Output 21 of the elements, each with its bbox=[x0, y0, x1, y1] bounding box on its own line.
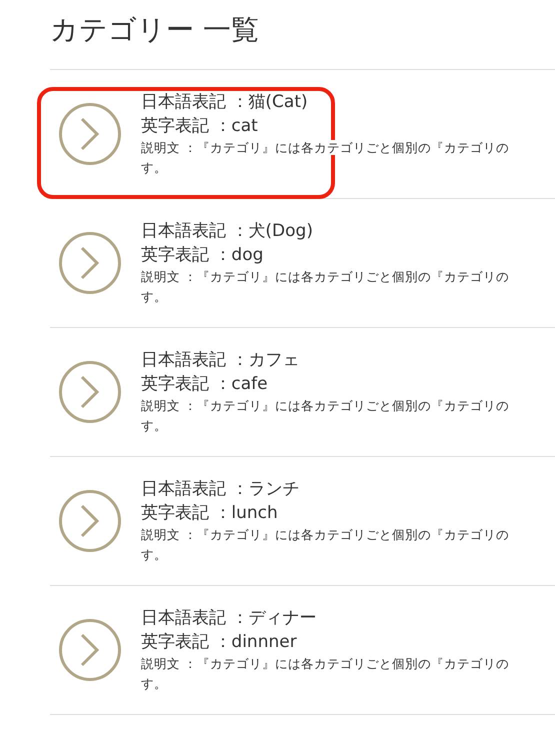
english-name: 英字表記 ：dinnner bbox=[141, 632, 297, 652]
english-name: 英字表記 ：dog bbox=[141, 245, 264, 265]
chevron-circle-icon[interactable] bbox=[58, 618, 122, 682]
japanese-name: 日本語表記 ：猫(Cat) bbox=[141, 92, 308, 112]
chevron-circle-icon[interactable] bbox=[58, 231, 122, 295]
chevron-circle-icon[interactable] bbox=[58, 360, 122, 424]
chevron-circle-icon[interactable] bbox=[58, 489, 122, 553]
page-title: カテゴリー 一覧 bbox=[50, 12, 260, 48]
description-text: 説明文 ：『カテゴリ』には各カテゴリごと個別の『カテゴリの bbox=[141, 656, 509, 671]
japanese-name: 日本語表記 ：犬(Dog) bbox=[141, 221, 313, 241]
english-name: 英字表記 ：lunch bbox=[141, 503, 278, 523]
english-name: 英字表記 ：cafe bbox=[141, 374, 268, 394]
description-text: 説明文 ：『カテゴリ』には各カテゴリごと個別の『カテゴリの bbox=[141, 527, 509, 542]
description-text: 説明文 ：『カテゴリ』には各カテゴリごと個別の『カテゴリの bbox=[141, 398, 509, 413]
english-name: 英字表記 ：cat bbox=[141, 116, 258, 136]
japanese-name: 日本語表記 ：ディナー bbox=[141, 608, 316, 628]
description-text: 説明文 ：『カテゴリ』には各カテゴリごと個別の『カテゴリの bbox=[141, 140, 509, 155]
chevron-circle-icon[interactable] bbox=[58, 102, 122, 166]
japanese-name: 日本語表記 ：カフェ bbox=[141, 350, 300, 370]
japanese-name: 日本語表記 ：ランチ bbox=[141, 479, 300, 499]
description-text: 説明文 ：『カテゴリ』には各カテゴリごと個別の『カテゴリの bbox=[141, 269, 509, 284]
